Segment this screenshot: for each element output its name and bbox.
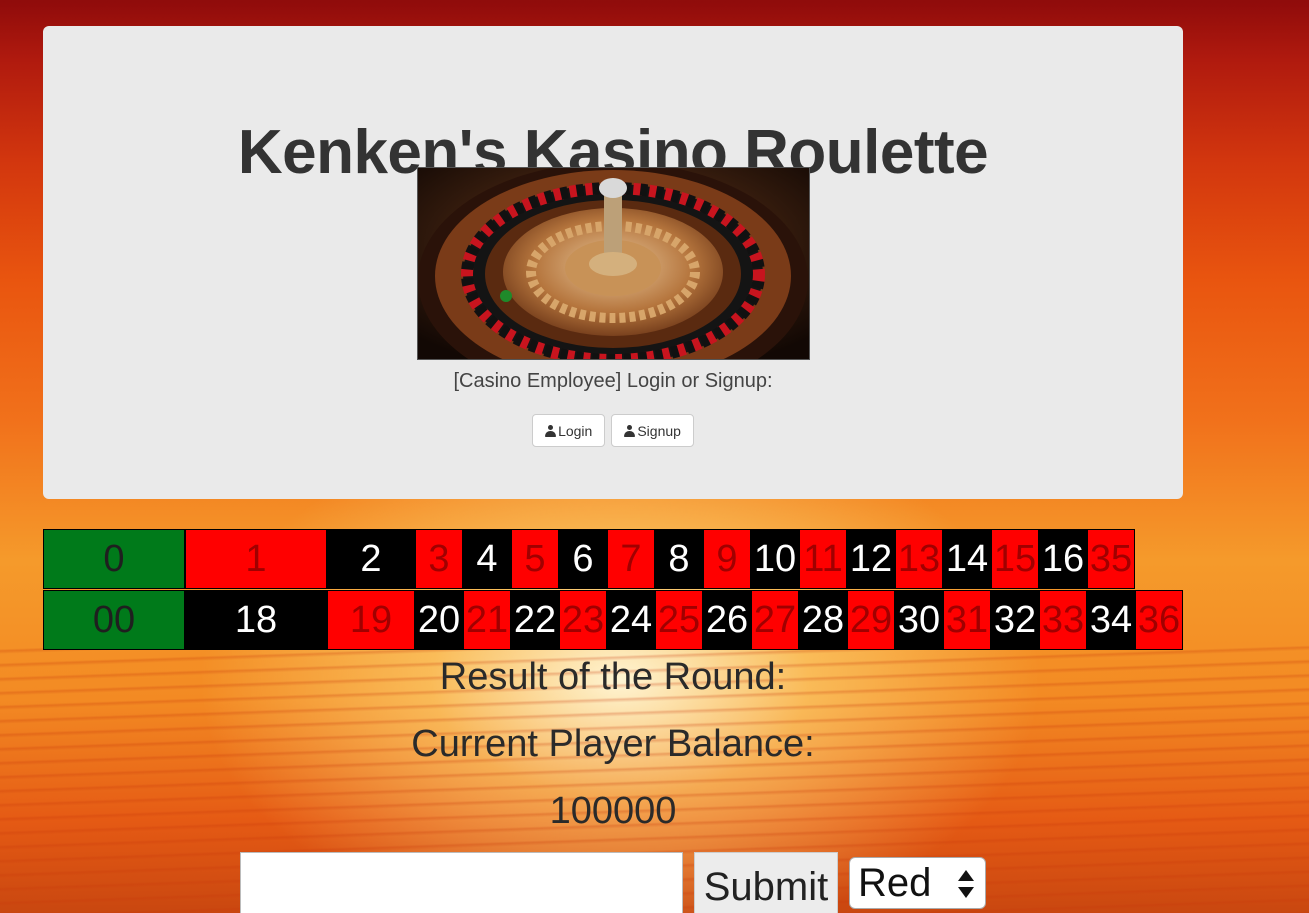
board-cell-11[interactable]: 11: [799, 529, 847, 589]
auth-button-group: Login Signup: [43, 414, 1183, 447]
signup-label: Signup: [637, 422, 681, 439]
signup-button[interactable]: Signup: [611, 414, 694, 447]
board-cell-24[interactable]: 24: [607, 590, 655, 650]
board-cell-33[interactable]: 33: [1039, 590, 1087, 650]
submit-button[interactable]: Submit: [694, 852, 838, 913]
board-cell-21[interactable]: 21: [463, 590, 511, 650]
auth-prompt: [Casino Employee] Login or Signup:: [453, 370, 773, 392]
board-cell-4[interactable]: 4: [463, 529, 511, 589]
board-cell-3[interactable]: 3: [415, 529, 463, 589]
board-cell-30[interactable]: 30: [895, 590, 943, 650]
board-cell-9[interactable]: 9: [703, 529, 751, 589]
board-cell-35[interactable]: 35: [1087, 529, 1135, 589]
board-cell-15[interactable]: 15: [991, 529, 1039, 589]
roulette-board: 0 1 2 3 4 5 6 7 8 9 10 11 12 13 14 15 16 35 00 18 19 20 21 22 23…: [43, 529, 1183, 650]
color-select-value: Red: [858, 860, 932, 905]
board-cell-8[interactable]: 8: [655, 529, 703, 589]
result-label: Result of the Round:: [439, 656, 787, 698]
board-cell-20[interactable]: 20: [415, 590, 463, 650]
login-button[interactable]: Login: [532, 414, 606, 447]
board-cell-28[interactable]: 28: [799, 590, 847, 650]
bet-amount-input[interactable]: [240, 852, 683, 913]
board-cell-10[interactable]: 10: [751, 529, 799, 589]
board-cell-00[interactable]: 00: [43, 590, 185, 650]
board-cell-7[interactable]: 7: [607, 529, 655, 589]
board-cell-5[interactable]: 5: [511, 529, 559, 589]
balance-value: 100000: [549, 790, 677, 832]
board-cell-27[interactable]: 27: [751, 590, 799, 650]
board-cell-1[interactable]: 1: [185, 529, 327, 589]
balance-label: Current Player Balance:: [411, 723, 815, 765]
board-cell-6[interactable]: 6: [559, 529, 607, 589]
header-panel: Kenken's Kasino Roulette [Casino Employe…: [43, 26, 1183, 499]
roulette-wheel-image: [417, 167, 810, 360]
login-label: Login: [558, 422, 593, 439]
board-cell-16[interactable]: 16: [1039, 529, 1087, 589]
board-cell-2[interactable]: 2: [327, 529, 415, 589]
user-icon: [624, 424, 636, 437]
board-cell-22[interactable]: 22: [511, 590, 559, 650]
board-cell-26[interactable]: 26: [703, 590, 751, 650]
board-cell-29[interactable]: 29: [847, 590, 895, 650]
board-cell-31[interactable]: 31: [943, 590, 991, 650]
board-cell-0[interactable]: 0: [43, 529, 185, 589]
board-cell-23[interactable]: 23: [559, 590, 607, 650]
board-cell-18[interactable]: 18: [185, 590, 327, 650]
board-cell-25[interactable]: 25: [655, 590, 703, 650]
board-cell-32[interactable]: 32: [991, 590, 1039, 650]
board-cell-14[interactable]: 14: [943, 529, 991, 589]
board-cell-19[interactable]: 19: [327, 590, 415, 650]
board-cell-13[interactable]: 13: [895, 529, 943, 589]
select-arrows-icon: [958, 870, 974, 898]
user-icon: [545, 424, 557, 437]
board-cell-34[interactable]: 34: [1087, 590, 1135, 650]
board-cell-12[interactable]: 12: [847, 529, 895, 589]
color-select[interactable]: Red: [849, 857, 986, 909]
board-cell-36[interactable]: 36: [1135, 590, 1183, 650]
